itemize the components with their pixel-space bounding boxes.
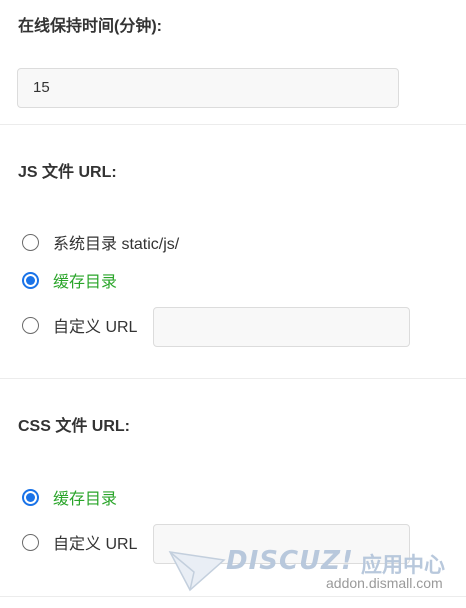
js-url-label: JS 文件 URL: [18,164,117,181]
section-divider [0,124,466,125]
css-url-label: CSS 文件 URL: [18,418,131,435]
js-option-cache-dir[interactable]: 缓存目录 [22,269,117,291]
css-option-custom-url[interactable]: 自定义 URL [22,531,137,553]
discuz-logo-text: DISCUZ! [226,546,354,576]
js-system-dir-label: 系统目录 static/js/ [53,236,180,253]
js-custom-url-input[interactable] [153,307,410,347]
section-divider [0,378,466,379]
css-cache-dir-radio[interactable] [22,488,39,506]
discuz-watermark: DISCUZ! 应用中心 addon.dismall.com [168,540,458,600]
css-custom-url-label: 自定义 URL [53,536,138,553]
online-time-label: 在线保持时间(分钟): [18,18,162,35]
css-option-cache-dir[interactable]: 缓存目录 [22,486,117,508]
css-cache-dir-label: 缓存目录 [53,491,118,508]
online-time-input[interactable]: 15 [17,68,399,108]
js-custom-url-label: 自定义 URL [53,319,138,336]
site-url-text: addon.dismall.com [326,575,443,591]
js-option-custom-url[interactable]: 自定义 URL [22,314,137,336]
js-system-dir-radio[interactable] [22,233,39,251]
js-cache-dir-label: 缓存目录 [53,274,118,291]
js-option-system-dir[interactable]: 系统目录 static/js/ [22,231,179,253]
js-custom-url-radio[interactable] [22,316,39,334]
css-custom-url-radio[interactable] [22,533,39,551]
js-cache-dir-radio[interactable] [22,271,39,289]
paper-plane-icon [168,551,226,592]
